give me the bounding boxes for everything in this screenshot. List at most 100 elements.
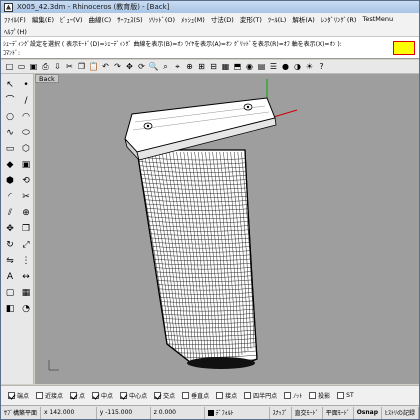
- undo-icon[interactable]: ↶: [100, 61, 111, 72]
- command-input[interactable]: [393, 41, 415, 55]
- save-icon[interactable]: ▣: [28, 61, 39, 72]
- menu-item[interactable]: 解析(A): [289, 14, 318, 24]
- osnap-checkbox[interactable]: [182, 392, 190, 399]
- rhino-app-icon[interactable]: [4, 2, 13, 12]
- point-icon[interactable]: •: [19, 78, 33, 92]
- curve-icon[interactable]: ∿: [3, 126, 17, 140]
- array-icon[interactable]: ⋮: [19, 254, 33, 268]
- osnap-option[interactable]: 垂直点: [182, 391, 209, 400]
- fourview-icon[interactable]: ⊞: [196, 61, 207, 72]
- cone-body[interactable]: [125, 149, 275, 370]
- arc-icon[interactable]: ◠: [19, 110, 33, 124]
- copy-icon[interactable]: ❐: [19, 222, 33, 236]
- analyze-icon[interactable]: ◔: [19, 302, 33, 316]
- record-history-toggle[interactable]: ﾋｽﾄﾘの記録: [382, 406, 420, 419]
- paste-icon[interactable]: 📋: [88, 61, 99, 72]
- osnap-toggle[interactable]: Osnap: [354, 406, 382, 419]
- scale-icon[interactable]: ⤢: [19, 238, 33, 252]
- redo-icon[interactable]: ↷: [112, 61, 123, 72]
- osnap-checkbox[interactable]: [284, 392, 292, 399]
- line-icon[interactable]: /: [19, 94, 33, 108]
- osnap-option[interactable]: ST: [337, 392, 354, 399]
- menu-item[interactable]: ｿﾘｯﾄﾞ(O): [146, 14, 178, 24]
- osnap-option[interactable]: 交点: [154, 391, 175, 400]
- zoom-window-icon[interactable]: ⌕: [160, 61, 171, 72]
- join-icon[interactable]: ⊕: [19, 206, 33, 220]
- properties-icon[interactable]: ☰: [268, 61, 279, 72]
- polygon-icon[interactable]: ⬡: [19, 142, 33, 156]
- current-layer[interactable]: ﾃﾞﾌｫﾙﾄ: [205, 406, 270, 419]
- print-icon[interactable]: ⎙: [40, 61, 51, 72]
- split-icon[interactable]: ⫽: [3, 206, 17, 220]
- select-icon[interactable]: ↖: [3, 78, 17, 92]
- osnap-option[interactable]: 端点: [8, 391, 29, 400]
- polyline-icon[interactable]: ⌒: [3, 94, 17, 108]
- menu-item[interactable]: ﾂｰﾙ(L): [265, 14, 289, 24]
- select-icon[interactable]: ⬒: [232, 61, 243, 72]
- osnap-checkbox[interactable]: [120, 392, 128, 399]
- pan-icon[interactable]: ✥: [124, 61, 135, 72]
- mesh-icon[interactable]: ▦: [19, 286, 33, 300]
- osnap-checkbox[interactable]: [216, 392, 224, 399]
- rotate-icon[interactable]: ⟳: [136, 61, 147, 72]
- menu-item[interactable]: ﾒｯｼｭ(M): [178, 14, 208, 24]
- osnap-checkbox[interactable]: [70, 392, 78, 399]
- light-icon[interactable]: ☀: [304, 61, 315, 72]
- ellipse-icon[interactable]: ⬭: [19, 126, 33, 140]
- planar-toggle[interactable]: 平面ﾓｰﾄﾞ: [323, 406, 354, 419]
- box-icon[interactable]: ▣: [19, 158, 33, 172]
- osnap-checkbox[interactable]: [337, 392, 345, 399]
- layer-icon[interactable]: ▤: [256, 61, 267, 72]
- render-icon[interactable]: ◉: [244, 61, 255, 72]
- osnap-option[interactable]: 点: [70, 391, 85, 400]
- grid-icon[interactable]: ⊟: [208, 61, 219, 72]
- fillet-icon[interactable]: ◜: [3, 190, 17, 204]
- sphere-icon[interactable]: ●: [280, 61, 291, 72]
- osnap-option[interactable]: 近接点: [36, 391, 63, 400]
- revolve-icon[interactable]: ⟲: [19, 174, 33, 188]
- menu-item[interactable]: ﾚﾝﾀﾞﾘﾝｸﾞ(R): [318, 14, 360, 24]
- menu-item[interactable]: TestMenu: [359, 15, 396, 23]
- osnap-checkbox[interactable]: [154, 392, 162, 399]
- menu-item[interactable]: 編集(E): [29, 14, 57, 24]
- menu-item[interactable]: ﾍﾙﾌﾟ(H): [1, 26, 30, 36]
- copy-icon[interactable]: ❐: [76, 61, 87, 72]
- rectangle-icon[interactable]: ▭: [3, 142, 17, 156]
- circle-icon[interactable]: ○: [3, 110, 17, 124]
- text-icon[interactable]: A: [3, 270, 17, 284]
- osnap-option[interactable]: 中心点: [120, 391, 147, 400]
- osnap-checkbox[interactable]: [8, 392, 15, 399]
- osnap-option[interactable]: 中点: [92, 391, 113, 400]
- osnap-checkbox[interactable]: [36, 392, 44, 399]
- help-icon[interactable]: ?: [316, 61, 327, 72]
- trim-icon[interactable]: ✂: [19, 190, 33, 204]
- surface-icon[interactable]: ◆: [3, 158, 17, 172]
- open-icon[interactable]: ▭: [16, 61, 27, 72]
- back-viewport[interactable]: Back: [35, 74, 419, 384]
- viewport-title-tab[interactable]: Back: [35, 74, 59, 83]
- osnap-checkbox[interactable]: [92, 392, 100, 399]
- extrude-icon[interactable]: ⬢: [3, 174, 17, 188]
- zoom-icon[interactable]: 🔍: [148, 61, 159, 72]
- zoom-selected-icon[interactable]: ⊕: [184, 61, 195, 72]
- cut-icon[interactable]: ✂: [64, 61, 75, 72]
- menu-item[interactable]: ｻｰﾌｪｽ(S): [114, 14, 145, 24]
- mirror-icon[interactable]: ⇋: [3, 254, 17, 268]
- menu-item[interactable]: 寸法(D): [208, 14, 237, 24]
- menu-item[interactable]: 曲線(C): [86, 14, 115, 24]
- osnap-checkbox[interactable]: [309, 392, 317, 399]
- osnap-option[interactable]: 四半円点: [244, 391, 277, 400]
- osnap-option[interactable]: 接点: [216, 391, 237, 400]
- move-icon[interactable]: ✥: [3, 222, 17, 236]
- zoom-extents-icon[interactable]: ⌖: [172, 61, 183, 72]
- import-icon[interactable]: ⇩: [52, 61, 63, 72]
- osnap-option[interactable]: ﾉｯﾄ: [284, 391, 302, 400]
- boolean-icon[interactable]: ◧: [3, 302, 17, 316]
- material-icon[interactable]: ◑: [292, 61, 303, 72]
- viewport-canvas[interactable]: [35, 74, 419, 384]
- new-icon[interactable]: □: [4, 61, 15, 72]
- menu-item[interactable]: ﾌｧｲﾙ(F): [1, 14, 29, 24]
- osnap-option[interactable]: 投影: [309, 391, 330, 400]
- menu-item[interactable]: 変形(T): [237, 14, 265, 24]
- menu-item[interactable]: ﾋﾞｭｰ(V): [57, 14, 86, 24]
